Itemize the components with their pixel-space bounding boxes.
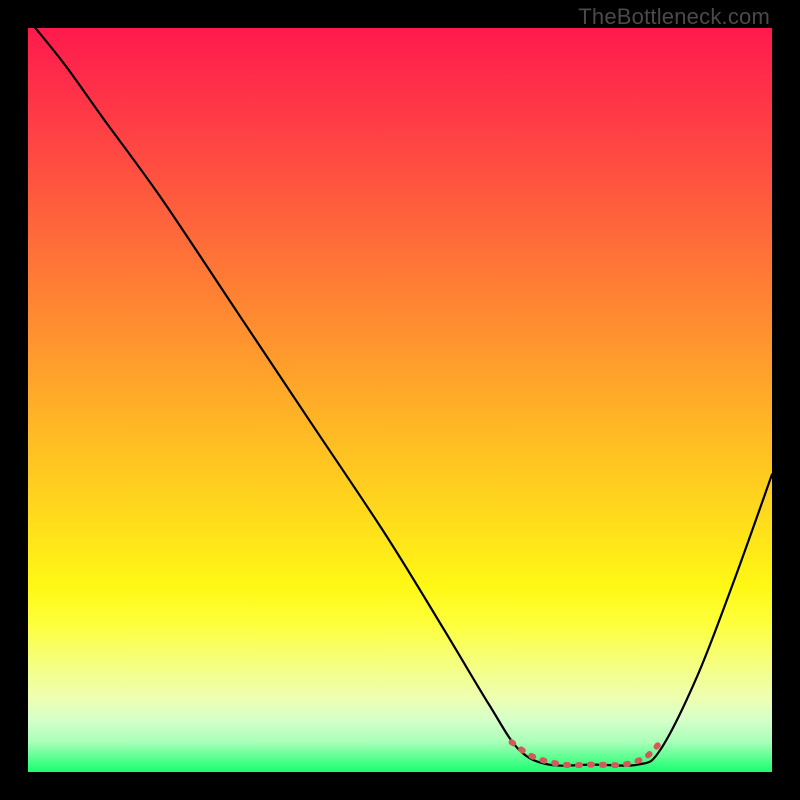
watermark-text: TheBottleneck.com bbox=[578, 4, 770, 30]
plot-area bbox=[28, 28, 772, 772]
highlight-segment-path bbox=[512, 742, 661, 765]
chart-frame: TheBottleneck.com bbox=[0, 0, 800, 800]
curve-svg bbox=[28, 28, 772, 772]
bottleneck-curve-path bbox=[35, 28, 772, 766]
